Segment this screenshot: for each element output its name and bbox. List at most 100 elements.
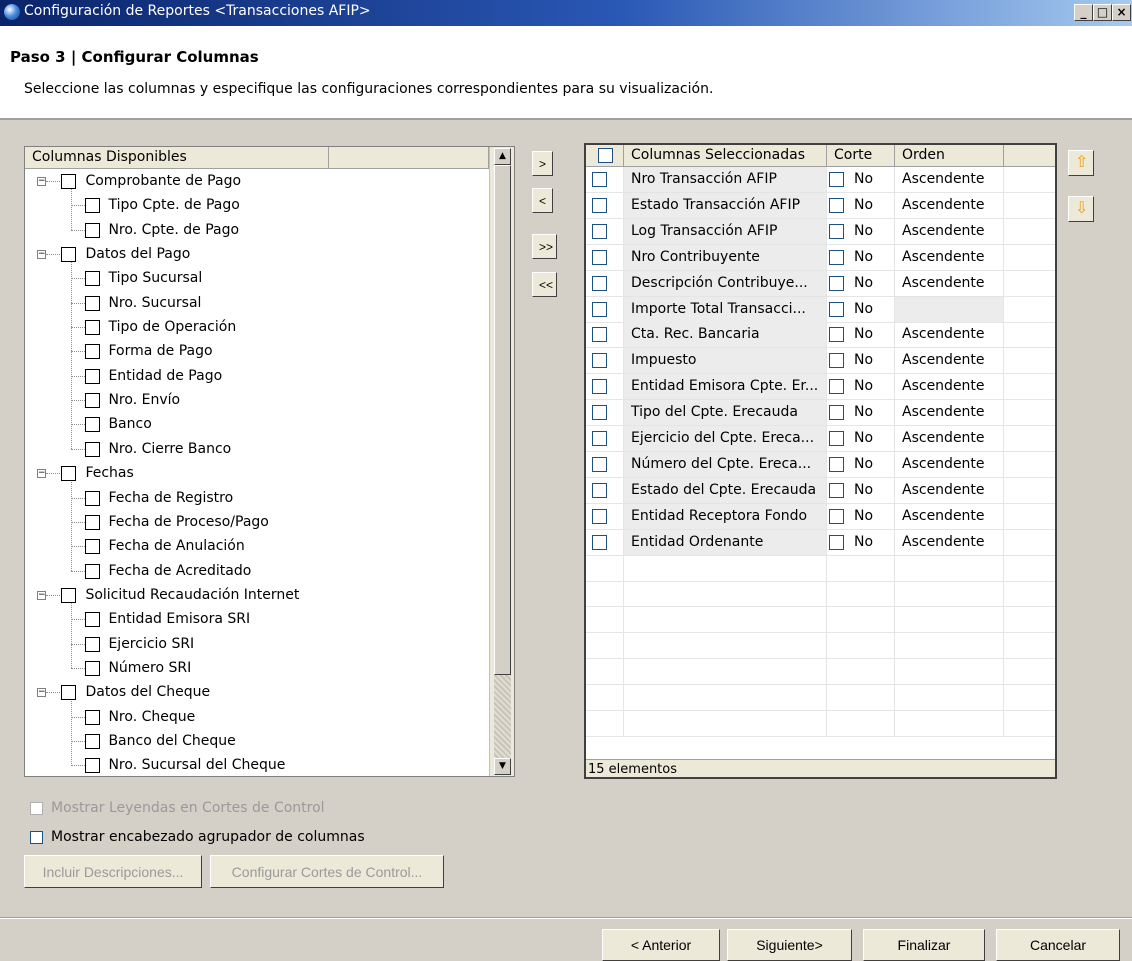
column-name-cell[interactable]: Nro Contribuyente [624,245,827,271]
column-name-cell[interactable]: Descripción Contribuye... [624,271,827,297]
cut-checkbox[interactable] [829,223,844,239]
finish-button[interactable]: Finalizar [863,929,985,961]
column-name-cell[interactable]: Entidad Emisora Cpte. Er... [624,374,827,400]
cut-checkbox[interactable] [829,249,844,265]
cut-checkbox[interactable] [829,326,844,342]
item-checkbox[interactable] [85,197,100,213]
tree-item[interactable]: Fecha de Registro [85,486,233,510]
column-name-cell[interactable]: Importe Total Transacci... [624,297,827,323]
item-checkbox[interactable] [85,270,100,286]
order-cell[interactable]: Ascendente [895,426,1004,452]
scroll-track[interactable] [494,675,511,758]
order-cell[interactable] [895,297,1004,323]
item-checkbox[interactable] [85,538,100,554]
tree-item[interactable]: Nro. Cheque [85,705,195,729]
include-descriptions-button[interactable]: Incluir Descripciones... [24,855,202,888]
show-legends-option[interactable]: Mostrar Leyendas en Cortes de Control [30,800,325,816]
item-checkbox[interactable] [85,368,100,384]
row-checkbox[interactable] [592,171,607,187]
add-column-button[interactable]: > [532,151,553,176]
tree-item[interactable]: Número SRI [85,656,191,680]
tree-item[interactable]: Fecha de Anulación [85,534,245,558]
row-checkbox[interactable] [592,275,607,291]
column-name-cell[interactable]: Tipo del Cpte. Erecauda [624,400,827,426]
scroll-thumb[interactable] [494,165,511,675]
tree-item[interactable]: Nro. Sucursal del Cheque [85,753,285,776]
order-cell[interactable]: Ascendente [895,374,1004,400]
configure-cuts-button[interactable]: Configurar Cortes de Control... [210,855,444,888]
row-checkbox[interactable] [592,352,607,368]
order-cell[interactable]: Ascendente [895,167,1004,193]
column-name-cell[interactable]: Número del Cpte. Ereca... [624,452,827,478]
item-checkbox[interactable] [85,563,100,579]
scroll-down-icon[interactable]: ▼ [494,758,511,775]
cut-checkbox[interactable] [829,352,844,368]
tree-item[interactable]: Tipo de Operación [85,315,236,339]
tree-group[interactable]: Comprobante de Pago [61,169,241,193]
tree-item[interactable]: Banco del Cheque [85,729,236,753]
tree-item[interactable]: Fecha de Acreditado [85,559,251,583]
group-expander-icon[interactable]: − [37,469,46,478]
tree-item[interactable]: Fecha de Proceso/Pago [85,510,269,534]
cut-checkbox[interactable] [829,171,844,187]
minimize-button[interactable]: _ [1074,4,1093,21]
show-legends-checkbox[interactable] [30,801,43,815]
tree-item[interactable]: Tipo Sucursal [85,266,202,290]
group-checkbox[interactable] [61,173,76,189]
scroll-up-icon[interactable]: ▲ [494,148,511,165]
tree-item[interactable]: Nro. Sucursal [85,291,201,315]
row-checkbox[interactable] [592,456,607,472]
row-checkbox[interactable] [592,430,607,446]
selected-columns-table[interactable]: Columnas Seleccionadas Corte Orden Nro T… [584,143,1057,779]
item-checkbox[interactable] [85,343,100,359]
vertical-scrollbar[interactable]: ▲ ▼ [489,147,514,776]
order-cell[interactable]: Ascendente [895,271,1004,297]
cut-checkbox[interactable] [829,482,844,498]
tree-item[interactable]: Nro. Cpte. de Pago [85,218,239,242]
group-expander-icon[interactable]: − [37,250,46,259]
select-all-checkbox[interactable] [598,147,613,163]
order-cell[interactable]: Ascendente [895,504,1004,530]
tree-item[interactable]: Banco [85,412,152,436]
item-checkbox[interactable] [85,441,100,457]
column-name-cell[interactable]: Cta. Rec. Bancaria [624,322,827,348]
order-cell[interactable]: Ascendente [895,219,1004,245]
group-checkbox[interactable] [61,465,76,481]
row-checkbox[interactable] [592,404,607,420]
row-checkbox[interactable] [592,482,607,498]
item-checkbox[interactable] [85,709,100,725]
column-name-cell[interactable]: Estado del Cpte. Erecauda [624,478,827,504]
item-checkbox[interactable] [85,636,100,652]
tree-group[interactable]: Datos del Cheque [61,680,210,704]
order-cell[interactable]: Ascendente [895,478,1004,504]
cut-checkbox[interactable] [829,197,844,213]
order-cell[interactable]: Ascendente [895,452,1004,478]
tree-item[interactable]: Forma de Pago [85,339,213,363]
item-checkbox[interactable] [85,416,100,432]
column-name-cell[interactable]: Log Transacción AFIP [624,219,827,245]
available-columns-tree[interactable]: Columnas Disponibles − Comprobante de Pa… [24,146,515,777]
item-checkbox[interactable] [85,514,100,530]
close-button[interactable]: × [1112,4,1131,21]
item-checkbox[interactable] [85,295,100,311]
cancel-button[interactable]: Cancelar [996,929,1120,961]
group-expander-icon[interactable]: − [37,177,46,186]
group-expander-icon[interactable]: − [37,688,46,697]
add-all-columns-button[interactable]: >> [532,234,557,259]
cut-checkbox[interactable] [829,508,844,524]
row-checkbox[interactable] [592,223,607,239]
column-name-cell[interactable]: Entidad Ordenante [624,530,827,556]
row-checkbox[interactable] [592,378,607,394]
move-down-button[interactable]: ⇩ [1068,196,1094,222]
remove-column-button[interactable]: < [532,188,553,213]
item-checkbox[interactable] [85,392,100,408]
column-name-cell[interactable]: Estado Transacción AFIP [624,193,827,219]
order-cell[interactable]: Ascendente [895,245,1004,271]
row-checkbox[interactable] [592,197,607,213]
tree-item[interactable]: Ejercicio SRI [85,632,194,656]
row-checkbox[interactable] [592,326,607,342]
show-grouping-header-option[interactable]: Mostrar encabezado agrupador de columnas [30,829,365,845]
group-checkbox[interactable] [61,246,76,262]
item-checkbox[interactable] [85,757,100,773]
order-cell[interactable]: Ascendente [895,193,1004,219]
